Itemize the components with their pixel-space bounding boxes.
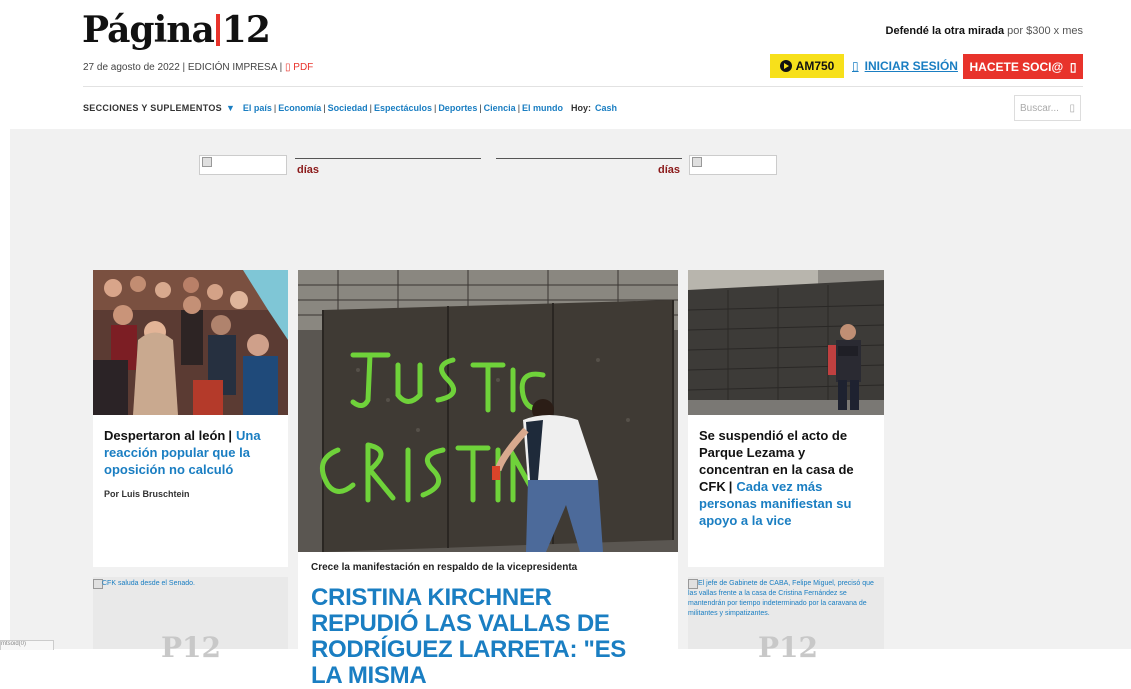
story-photo-fence[interactable] (298, 270, 678, 552)
nav-link-ciencia[interactable]: Ciencia (484, 103, 516, 113)
pdf-icon: ▯ (284, 62, 291, 73)
sections-menu[interactable]: SECCIONES Y SUPLEMENTOS (83, 103, 222, 113)
nav-link-sociedad[interactable]: Sociedad (328, 103, 368, 113)
placeholder-logo: P12 (758, 631, 819, 664)
subscription-promo[interactable]: Defendé la otra mirada por $300 x mes (886, 25, 1083, 37)
nav-link-pais[interactable]: El país (243, 103, 272, 113)
nav-link-deportes[interactable]: Deportes (438, 103, 477, 113)
broken-image-icon (202, 157, 212, 167)
image-alt-text: El jefe de Gabinete de CABA, Felipe Migu… (688, 580, 874, 617)
story-author: Por Luis Bruschtein (104, 489, 190, 499)
pdf-link[interactable]: ▯ PDF (285, 62, 313, 73)
banner-image-left (199, 155, 287, 175)
nav-link-mundo[interactable]: El mundo (522, 103, 563, 113)
story-card-left[interactable]: Despertaron al leónUna reacción popular … (93, 270, 288, 567)
edition-date: 27 de agosto de 2022 (83, 62, 180, 73)
main-nav: SECCIONES Y SUPLEMENTOS ▼ El país | Econom… (83, 103, 618, 113)
user-icon: ▯ (852, 59, 859, 73)
subscribe-button[interactable]: HACETE SOCI@ ▯ (963, 54, 1083, 79)
banner-line-left (295, 158, 481, 159)
placeholder-logo: P12 (161, 631, 222, 664)
search-input[interactable]: Buscar... ▯ (1014, 95, 1081, 121)
banner-line-right (496, 158, 682, 159)
story-card-bottom-right[interactable]: El jefe de Gabinete de CABA, Felipe Migu… (688, 577, 884, 664)
nav-link-economia[interactable]: Economía (278, 103, 321, 113)
nav-link-espectaculos[interactable]: Espectáculos (374, 103, 432, 113)
heart-icon: ▯ (1069, 59, 1077, 74)
story-card-right[interactable]: Se suspendió el acto de Parque Lezama y … (688, 270, 884, 567)
login-link[interactable]: ▯ INICIAR SESIÓN (852, 59, 958, 73)
story-subtitle: Crece la manifestación en respaldo de la… (311, 562, 578, 573)
banner-image-right (689, 155, 777, 175)
chevron-down-icon[interactable]: ▼ (226, 103, 235, 113)
countdown-days-left: días (297, 164, 320, 176)
dateline: 27 de agosto de 2022 | EDICIÓN IMPRESA |… (83, 62, 314, 73)
story-text-left[interactable]: Despertaron al leónUna reacción popular … (104, 427, 274, 478)
header-divider (83, 86, 1083, 87)
edition-label[interactable]: EDICIÓN IMPRESA (188, 62, 277, 73)
main-content: días días Despertaron al leónUna reacció… (10, 129, 1131, 689)
story-kicker: Despertaron al león (104, 428, 236, 443)
site-logo[interactable]: Página 12 (82, 9, 271, 51)
nav-link-cash[interactable]: Cash (595, 103, 617, 113)
play-icon (779, 60, 792, 72)
story-photo-police[interactable] (688, 270, 884, 415)
story-photo-crowd[interactable] (93, 270, 288, 415)
radio-am750-button[interactable]: AM750 (770, 54, 844, 78)
image-alt-text: CFK saluda desde el Senado. (102, 580, 196, 587)
countdown-days-right: días (658, 164, 681, 176)
site-header: Página 12 27 de agosto de 2022 | EDICIÓN … (0, 0, 1131, 129)
search-icon[interactable]: ▯ (1069, 103, 1075, 114)
story-card-bottom-left[interactable]: CFK saluda desde el Senado. P12 (93, 577, 288, 664)
hoy-label: Hoy: (571, 103, 592, 113)
story-card-center[interactable]: Crece la manifestación en respaldo de la… (298, 270, 678, 689)
broken-image-icon (692, 157, 702, 167)
story-text-right[interactable]: Se suspendió el acto de Parque Lezama y … (699, 427, 874, 529)
story-main-headline[interactable]: CRISTINA KIRCHNER REPUDIÓ LAS VALLAS DE … (311, 585, 661, 689)
